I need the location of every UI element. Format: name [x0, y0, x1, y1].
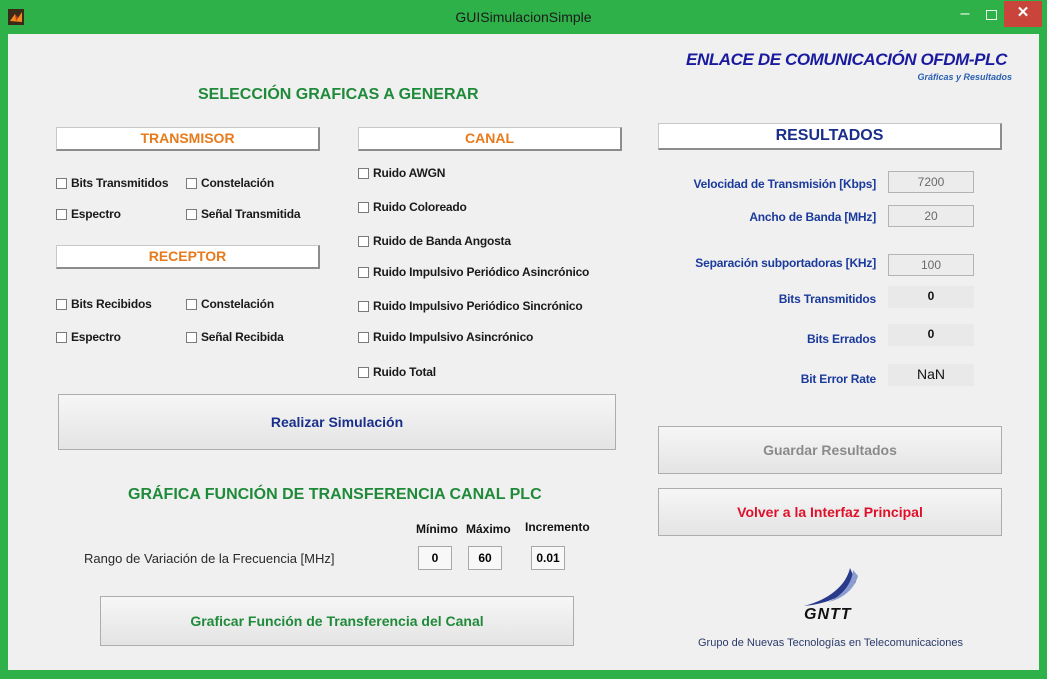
close-button[interactable]: ✕	[1004, 1, 1042, 27]
bits-transmitidos-label: Bits Transmitidos	[778, 292, 876, 306]
freq-header-incremento: Incremento	[525, 520, 590, 534]
transmisor-header: TRANSMISOR	[56, 127, 320, 151]
freq-header-maximo: Máximo	[466, 522, 511, 536]
velocidad-transmision-label: Velocidad de Transmisión [Kbps]	[693, 177, 876, 191]
close-icon: ✕	[1016, 4, 1030, 21]
bits-errados-value: 0	[888, 324, 974, 346]
checkbox-box[interactable]	[358, 300, 369, 312]
canal-header: CANAL	[358, 127, 622, 151]
selection-heading: SELECCIÓN GRAFICAS A GENERAR	[198, 86, 479, 103]
checkbox-box[interactable]	[56, 298, 67, 310]
volver-interfaz-principal-button[interactable]: Volver a la Interfaz Principal	[658, 488, 1002, 536]
checkbox-box[interactable]	[358, 235, 369, 247]
checkbox-tx-constelacion[interactable]: Constelación	[186, 176, 274, 190]
resultados-header: RESULTADOS	[658, 123, 1002, 150]
checkbox-box[interactable]	[56, 208, 67, 220]
velocidad-transmision-field[interactable]: 7200	[888, 171, 974, 193]
checkbox-rx-senal-recibida[interactable]: Señal Recibida	[186, 330, 284, 344]
checkbox-box[interactable]	[358, 167, 369, 179]
figure-client-area: ENLACE DE COMUNICACIÓN OFDM-PLC Gráficas…	[8, 34, 1039, 670]
ancho-banda-label: Ancho de Banda [MHz]	[749, 210, 876, 224]
minimize-button[interactable]: ‒	[952, 5, 978, 25]
checkbox-ruido-impulsivo-periodico-asincronico[interactable]: Ruido Impulsivo Periódico Asincrónico	[358, 265, 589, 279]
checkbox-tx-bits-transmitidos[interactable]: Bits Transmitidos	[56, 176, 168, 190]
title-bar: GUISimulacionSimple ‒ ✕	[0, 0, 1047, 34]
bits-errados-label: Bits Errados	[807, 332, 876, 346]
checkbox-rx-espectro[interactable]: Espectro	[56, 330, 121, 344]
checkbox-box[interactable]	[358, 201, 369, 213]
brand-subtitle: Gráficas y Resultados	[917, 72, 1012, 82]
checkbox-box[interactable]	[186, 331, 197, 343]
checkbox-rx-bits-recibidos[interactable]: Bits Recibidos	[56, 297, 152, 311]
freq-header-minimo: Mínimo	[416, 522, 458, 536]
graficar-funcion-transferencia-button[interactable]: Graficar Función de Transferencia del Ca…	[100, 596, 574, 646]
checkbox-box[interactable]	[56, 331, 67, 343]
checkbox-box[interactable]	[186, 177, 197, 189]
guardar-resultados-button[interactable]: Guardar Resultados	[658, 426, 1002, 474]
maximize-button[interactable]	[979, 5, 1003, 25]
transfer-heading: GRÁFICA FUNCIÓN DE TRANSFERENCIA CANAL P…	[128, 486, 542, 503]
checkbox-box[interactable]	[358, 366, 369, 378]
brand-title: ENLACE DE COMUNICACIÓN OFDM-PLC	[686, 50, 1007, 69]
freq-min-input[interactable]: 0	[418, 546, 452, 570]
checkbox-ruido-awgn[interactable]: Ruido AWGN	[358, 166, 445, 180]
checkbox-box[interactable]	[56, 177, 67, 189]
checkbox-box[interactable]	[186, 298, 197, 310]
application-window: GUISimulacionSimple ‒ ✕ ENLACE DE COMUNI…	[0, 0, 1047, 679]
checkbox-tx-espectro[interactable]: Espectro	[56, 207, 121, 221]
checkbox-box[interactable]	[358, 331, 369, 343]
checkbox-box[interactable]	[358, 266, 369, 278]
checkbox-ruido-coloreado[interactable]: Ruido Coloreado	[358, 200, 467, 214]
window-title: GUISimulacionSimple	[455, 9, 592, 25]
checkbox-ruido-banda-angosta[interactable]: Ruido de Banda Angosta	[358, 234, 511, 248]
realizar-simulacion-button[interactable]: Realizar Simulación	[58, 394, 616, 450]
checkbox-ruido-impulsivo-periodico-sincronico[interactable]: Ruido Impulsivo Periódico Sincrónico	[358, 299, 583, 313]
checkbox-ruido-total[interactable]: Ruido Total	[358, 365, 436, 379]
minimize-icon: ‒	[960, 5, 970, 22]
bit-error-rate-value: NaN	[888, 364, 974, 386]
bit-error-rate-label: Bit Error Rate	[800, 372, 876, 386]
separacion-subportadoras-field[interactable]: 100	[888, 254, 974, 276]
receptor-header: RECEPTOR	[56, 245, 320, 269]
freq-increment-input[interactable]: 0.01	[531, 546, 565, 570]
gntt-caption: Grupo de Nuevas Tecnologías en Telecomun…	[698, 637, 963, 649]
frequency-range-label: Rango de Variación de la Frecuencia [MHz…	[84, 551, 335, 566]
freq-max-input[interactable]: 60	[468, 546, 502, 570]
checkbox-tx-senal-transmitida[interactable]: Señal Transmitida	[186, 207, 301, 221]
checkbox-ruido-impulsivo-asincronico[interactable]: Ruido Impulsivo Asincrónico	[358, 330, 533, 344]
maximize-icon	[986, 10, 997, 20]
bits-transmitidos-value: 0	[888, 286, 974, 308]
separacion-subportadoras-label: Separación subportadoras [KHz]	[695, 256, 876, 270]
ancho-banda-field[interactable]: 20	[888, 205, 974, 227]
gntt-logo-text: GNTT	[804, 606, 852, 623]
checkbox-rx-constelacion[interactable]: Constelación	[186, 297, 274, 311]
checkbox-box[interactable]	[186, 208, 197, 220]
